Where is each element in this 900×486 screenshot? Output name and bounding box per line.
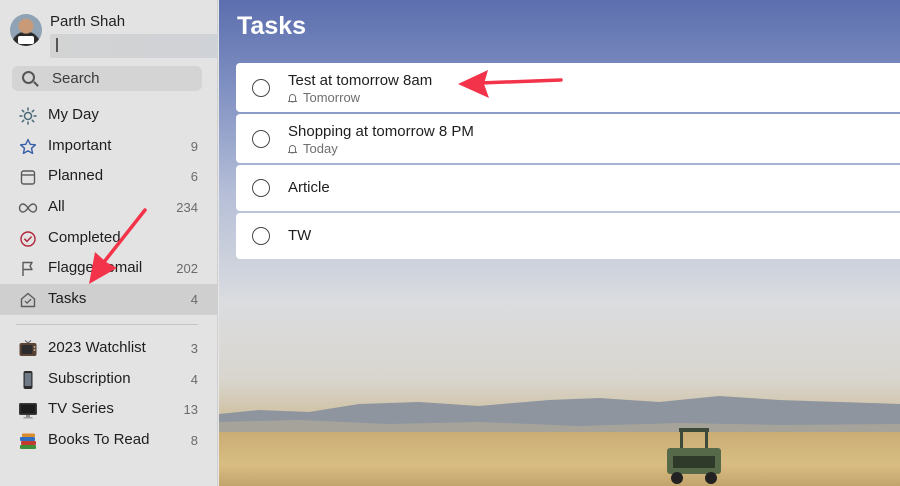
- calendar-icon: [18, 167, 38, 187]
- bell-icon: [288, 145, 297, 154]
- task-reminder-text: Tomorrow: [303, 90, 361, 105]
- task-reminder: Today: [288, 141, 338, 156]
- sidebar-item-label: My Day: [48, 106, 99, 123]
- smart-lists: My Day Important 9 Planned 6 All 234 Com…: [0, 100, 218, 315]
- sidebar-item-label: Books To Read: [48, 431, 150, 449]
- task-title: Test at tomorrow 8am: [288, 72, 433, 89]
- sidebar-item-count: 202: [176, 261, 198, 277]
- sidebar-item-count: 8: [190, 433, 198, 449]
- task-reminder-text: Today: [303, 141, 338, 156]
- sidebar-item-planned[interactable]: Planned 6: [0, 161, 218, 192]
- sidebar-item-all[interactable]: All 234: [0, 192, 218, 223]
- desktop-computer-emoji-icon: [18, 400, 38, 420]
- sidebar-item-tasks[interactable]: Tasks 4: [0, 284, 218, 315]
- mobile-phone-emoji-icon: [18, 370, 38, 390]
- sidebar-item-label: Important: [48, 136, 112, 154]
- check-circle-icon: [18, 229, 38, 249]
- profile-email-redacted: [50, 34, 218, 58]
- sidebar-item-label: All: [48, 198, 65, 216]
- task-title: Article: [288, 179, 330, 196]
- sidebar-item-tv-series[interactable]: TV Series 13: [0, 394, 218, 425]
- profile-name: Parth Shah: [50, 13, 126, 30]
- sidebar-item-count: 9: [190, 138, 198, 154]
- task-item[interactable]: TW: [236, 213, 900, 259]
- sidebar-item-my-day[interactable]: My Day: [0, 100, 218, 131]
- task-item[interactable]: Article: [236, 165, 900, 211]
- task-reminder: Tomorrow: [288, 90, 360, 105]
- task-list-pane: Tasks Test at tomorrow 8am Tomorrow Shop…: [219, 0, 900, 486]
- infinity-icon: [18, 198, 38, 218]
- sidebar-item-label: Planned: [48, 167, 104, 185]
- profile-header[interactable]: Parth Shah: [10, 12, 218, 58]
- search-bar[interactable]: Search: [12, 66, 202, 91]
- task-item[interactable]: Test at tomorrow 8am Tomorrow: [236, 63, 900, 112]
- sidebar-item-label: Completed: [48, 228, 121, 246]
- sidebar-item-count: 6: [190, 169, 198, 185]
- sidebar-item-count: 4: [190, 292, 198, 308]
- sidebar-item-label: Flagged email: [48, 259, 143, 277]
- books-emoji-icon: [18, 431, 38, 451]
- complete-checkbox[interactable]: [252, 179, 270, 197]
- avatar: [10, 14, 42, 46]
- sidebar-item-count: 4: [190, 371, 198, 387]
- sidebar-item-label: TV Series: [48, 400, 114, 418]
- sidebar-item-count: 3: [190, 341, 198, 356]
- home-icon: [18, 290, 38, 310]
- sun-icon: [18, 106, 38, 126]
- sidebar-item-subscription[interactable]: Subscription 4: [0, 364, 218, 395]
- task-item[interactable]: Shopping at tomorrow 8 PM Today: [236, 114, 900, 163]
- complete-checkbox[interactable]: [252, 130, 270, 148]
- page-title: Tasks: [237, 12, 307, 40]
- background-jeep: [667, 428, 721, 484]
- sidebar-item-important[interactable]: Important 9: [0, 131, 218, 162]
- bell-icon: [288, 94, 297, 103]
- sidebar-item-label: Subscription: [48, 369, 131, 387]
- task-title: Shopping at tomorrow 8 PM: [288, 123, 474, 140]
- complete-checkbox[interactable]: [252, 79, 270, 97]
- flag-icon: [18, 259, 38, 279]
- complete-checkbox[interactable]: [252, 227, 270, 245]
- background-savanna: [219, 432, 900, 486]
- sidebar-divider: [16, 324, 198, 325]
- sidebar-item-label: Tasks: [48, 290, 87, 308]
- sidebar-item-completed[interactable]: Completed: [0, 223, 218, 254]
- sidebar-item-label: 2023 Watchlist: [48, 339, 146, 356]
- sidebar-item-books-to-read[interactable]: Books To Read 8: [0, 425, 218, 456]
- task-title: TW: [288, 227, 312, 244]
- sidebar: Parth Shah Search My Day Important 9 Pla…: [0, 0, 218, 486]
- sidebar-item-2023-watchlist[interactable]: 2023 Watchlist 3: [0, 333, 218, 364]
- search-icon: [22, 71, 35, 84]
- sidebar-item-count: 234: [176, 200, 198, 216]
- sidebar-item-flagged-email[interactable]: Flagged email 202: [0, 253, 218, 284]
- search-label: Search: [52, 70, 100, 87]
- custom-lists: 2023 Watchlist 3 Subscription 4 TV Serie…: [0, 333, 218, 456]
- television-emoji-icon: [18, 339, 38, 359]
- star-icon: [18, 137, 38, 157]
- sidebar-item-count: 13: [183, 402, 198, 418]
